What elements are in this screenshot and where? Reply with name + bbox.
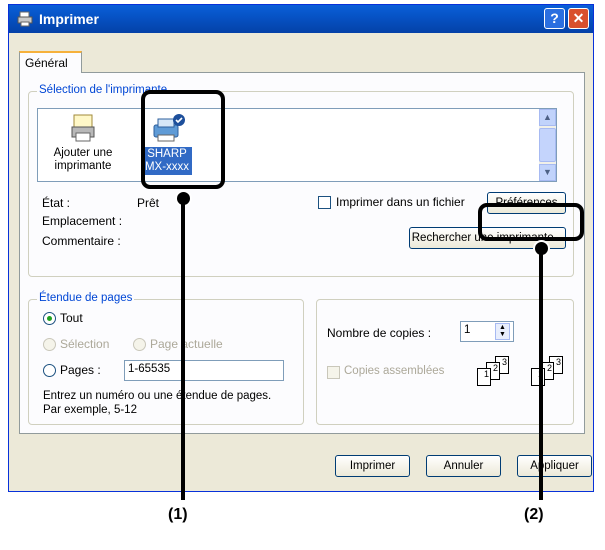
pages-label: Pages : [60, 363, 101, 377]
pages-radio[interactable] [43, 364, 56, 377]
printer-item-add[interactable]: Ajouter une imprimante [48, 113, 118, 177]
collate-preview-icon: 3 2 1 [531, 356, 575, 390]
print-to-file-label: Imprimer dans un fichier [336, 195, 465, 209]
callout-line-1 [181, 200, 185, 500]
callout-label-1: (1) [168, 506, 188, 523]
printer-item-label: Ajouter une [53, 147, 113, 159]
pages-input[interactable]: 1-65535 [124, 360, 284, 381]
printer-list[interactable]: Ajouter une imprimante SHARP MX-xxxx ▲ ▼ [37, 108, 557, 182]
comment-label: Commentaire : [42, 234, 121, 248]
page-range-legend: Étendue de pages [37, 292, 135, 304]
copies-count-label: Nombre de copies : [327, 326, 432, 340]
selection-label: Sélection [60, 337, 110, 351]
tab-general[interactable]: Général [19, 51, 82, 73]
scroll-up-button[interactable]: ▲ [539, 109, 556, 126]
selection-radio[interactable] [43, 338, 56, 351]
print-to-file-checkbox[interactable] [318, 196, 331, 209]
current-page-label: Page actuelle [150, 337, 223, 351]
page-range-example: Par exemple, 5-12 [43, 404, 137, 416]
callout-line-2 [539, 250, 543, 500]
page-range-help: Entrez un numéro ou une étendue de pages… [43, 390, 272, 402]
chevron-down-icon: ▼ [543, 167, 552, 177]
help-button[interactable]: ? [544, 8, 565, 29]
close-icon: ✕ [572, 10, 585, 26]
copies-group: Nombre de copies : 1 ▲ ▼ Copies assemblée… [316, 299, 574, 425]
add-printer-icon [71, 114, 95, 142]
callout-box-1 [141, 90, 225, 189]
current-page-radio[interactable] [133, 338, 146, 351]
printer-selection-group: Sélection de l'imprimante Ajouter une im… [28, 84, 574, 277]
general-tab-panel: Sélection de l'imprimante Ajouter une im… [19, 72, 585, 434]
cancel-button[interactable]: Annuler [426, 455, 501, 477]
print-button[interactable]: Imprimer [335, 455, 410, 477]
apply-button[interactable]: Appliquer [517, 455, 592, 477]
collate-preview-icon: 3 2 1 [477, 356, 521, 390]
state-value: Prêt [137, 196, 160, 210]
scroll-thumb[interactable] [539, 128, 556, 162]
copies-spinner[interactable]: ▲ ▼ [495, 323, 510, 340]
chevron-up-icon: ▲ [543, 112, 552, 122]
state-label: État : [42, 196, 71, 210]
scroll-down-button[interactable]: ▼ [539, 164, 556, 181]
all-pages-label: Tout [60, 311, 83, 325]
printer-list-scrollbar[interactable]: ▲ ▼ [539, 109, 556, 181]
callout-box-2 [478, 203, 584, 241]
location-label: Emplacement : [42, 214, 123, 228]
spinner-arrows-icon: ▲ ▼ [499, 324, 506, 338]
title-bar: Imprimer ? ✕ [9, 5, 593, 33]
callout-label-2: (2) [524, 506, 544, 523]
collate-label: Copies assemblées [344, 365, 445, 377]
close-button[interactable]: ✕ [568, 8, 589, 29]
all-pages-radio[interactable] [43, 312, 56, 325]
page-range-group: Étendue de pages Tout Sélection Page act… [28, 292, 304, 425]
collate-checkbox[interactable] [327, 366, 340, 379]
window-title: Imprimer [39, 11, 99, 27]
printer-item-label: imprimante [54, 160, 112, 172]
printer-icon [17, 11, 33, 27]
print-dialog: Imprimer ? ✕ Général Sélection de l'impr… [8, 4, 594, 492]
